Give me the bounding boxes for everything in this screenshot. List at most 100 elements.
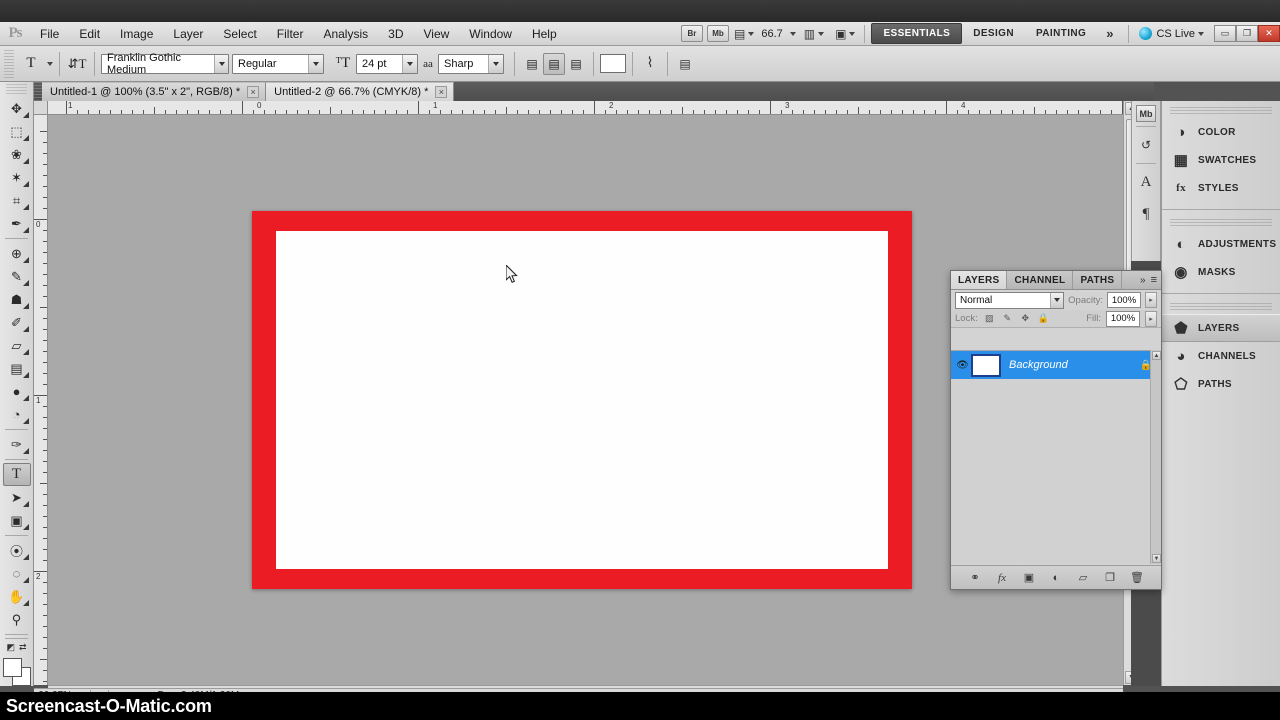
scroll-up-arrow-icon[interactable]: ▲ [1152,351,1161,360]
opacity-stepper[interactable]: ▸ [1145,292,1157,308]
menu-edit[interactable]: Edit [69,22,110,46]
document-red-border[interactable] [252,211,912,589]
menu-filter[interactable]: Filter [267,22,314,46]
layer-visibility-eye-icon[interactable]: 👁 [954,360,971,371]
menu-file[interactable]: File [30,22,69,46]
lasso-tool[interactable]: ❀ [3,143,31,166]
font-family-select[interactable]: Franklin Gothic Medium [101,54,229,74]
fill-input[interactable]: 100% [1106,311,1140,327]
options-bar-grip[interactable] [4,50,14,78]
restore-button[interactable]: ❐ [1236,25,1258,42]
new-group-icon[interactable]: ▱ [1075,570,1091,586]
align-left-button[interactable]: ▤ [521,53,543,75]
dock-item-paths[interactable]: ⬠PATHS [1162,370,1280,398]
font-size-select[interactable]: 24 pt [356,54,418,74]
lock-position-icon[interactable]: ✥ [1019,312,1032,325]
hand-tool[interactable]: ✋ [3,585,31,608]
text-color-swatch[interactable] [600,54,626,73]
new-layer-icon[interactable]: ❐ [1102,570,1118,586]
foreground-color-swatch[interactable] [3,658,22,677]
anti-alias-select[interactable]: Sharp [438,54,504,74]
menu-3d[interactable]: 3D [378,22,413,46]
horizontal-ruler[interactable]: 101234 [48,101,1123,115]
pen-tool[interactable]: ✑ [3,433,31,456]
tab-bar-grip[interactable] [34,82,42,101]
current-tool-icon[interactable]: T [18,52,44,76]
tab-layers[interactable]: LAYERS [951,271,1007,289]
foreground-background-color[interactable] [2,657,32,687]
fill-stepper[interactable]: ▸ [1145,311,1157,327]
dock-item-adjustments[interactable]: ◐ADJUSTMENTS [1162,230,1280,258]
close-icon[interactable]: × [435,86,447,98]
blur-tool[interactable]: ● [3,380,31,403]
dock-item-masks[interactable]: ◉MASKS [1162,258,1280,286]
tool-preset-chevron-down-icon[interactable] [47,62,53,66]
font-style-select[interactable]: Regular [232,54,324,74]
document-tab-untitled-1[interactable]: Untitled-1 @ 100% (3.5" x 2", RGB/8) * × [42,82,266,101]
workspace-tab-essentials[interactable]: ESSENTIALS [871,23,962,44]
workspace-tab-design[interactable]: DESIGN [962,24,1025,43]
menu-view[interactable]: View [413,22,459,46]
lock-image-pixels-icon[interactable]: ✎ [1001,312,1014,325]
menu-analysis[interactable]: Analysis [313,22,378,46]
layer-style-fx-icon[interactable]: fx [994,570,1010,586]
workspace-overflow-button[interactable]: » [1097,26,1122,41]
zoom-tool[interactable]: ⚲ [3,608,31,631]
workspace-tab-painting[interactable]: PAINTING [1025,24,1097,43]
lock-transparent-pixels-icon[interactable]: ▨ [983,312,996,325]
clone-stamp-tool[interactable]: ☗ [3,288,31,311]
dock-group-grip[interactable] [1170,219,1272,226]
character-panel-icon[interactable]: A [1132,168,1160,196]
toolbox-grip[interactable] [6,84,27,94]
close-button[interactable]: ✕ [1258,25,1280,42]
document-white-fill[interactable] [276,231,888,569]
history-icon[interactable]: ↺ [1132,131,1160,159]
spot-healing-brush-tool[interactable]: ⊕ [3,242,31,265]
dock-group-grip[interactable] [1170,107,1272,114]
eraser-tool[interactable]: ▱ [3,334,31,357]
dock-item-styles[interactable]: fxSTYLES [1162,174,1280,202]
3d-object-rotate-tool[interactable]: ⦿ [3,539,31,562]
path-selection-tool[interactable]: ➤ [3,486,31,509]
layer-row-background[interactable]: 👁 Background 🔒 [951,351,1161,379]
quick-selection-tool[interactable]: ✶ [3,166,31,189]
eyedropper-tool[interactable]: ✒ [3,212,31,235]
tab-channels[interactable]: CHANNEL [1007,271,1073,289]
zoom-chevron-down-icon[interactable] [790,32,796,36]
tab-paths[interactable]: PATHS [1073,271,1122,289]
new-fill-adjustment-layer-icon[interactable]: ◐ [1048,570,1064,586]
layer-thumbnail[interactable] [971,354,1001,377]
lock-all-icon[interactable]: 🔒 [1037,312,1050,325]
add-layer-mask-icon[interactable]: ▣ [1021,570,1037,586]
vertical-ruler[interactable]: 012 [34,115,48,685]
dock-item-layers[interactable]: ⬟LAYERS [1162,314,1280,342]
menu-help[interactable]: Help [522,22,567,46]
menu-layer[interactable]: Layer [163,22,213,46]
arrange-documents-button[interactable]: ▥ [804,27,824,41]
warp-text-button[interactable]: ⌇ [639,53,661,75]
align-right-button[interactable]: ▤ [565,53,587,75]
menu-image[interactable]: Image [110,22,163,46]
collapse-panel-icon[interactable]: » [1140,275,1146,286]
minimize-button[interactable]: ▭ [1214,25,1236,42]
rectangular-marquee-tool[interactable]: ⬚ [3,120,31,143]
view-extras-button[interactable]: ▤ [734,27,754,41]
align-center-button[interactable]: ▤ [543,53,565,75]
document-tab-untitled-2[interactable]: Untitled-2 @ 66.7% (CMYK/8) * × [266,82,454,101]
layer-list-scrollbar[interactable]: ▲ ▼ [1150,350,1161,564]
dock-item-channels[interactable]: ◕CHANNELS [1162,342,1280,370]
layer-name[interactable]: Background [1009,359,1068,371]
delete-layer-icon[interactable]: 🗑 [1129,570,1145,586]
horizontal-type-tool[interactable]: T [3,463,31,486]
ruler-corner[interactable] [34,101,48,115]
toggle-text-orientation-button[interactable]: ⇵T [66,53,88,75]
cs-live-button[interactable]: CS Live [1135,27,1208,40]
close-icon[interactable]: × [247,86,259,98]
menu-window[interactable]: Window [459,22,522,46]
rectangle-tool[interactable]: ▣ [3,509,31,532]
default-colors-icon[interactable]: ◩ [6,642,15,653]
paragraph-panel-icon[interactable]: ¶ [1132,200,1160,228]
brush-tool[interactable]: ✎ [3,265,31,288]
blend-mode-select[interactable]: Normal [955,292,1064,309]
opacity-input[interactable]: 100% [1107,292,1141,308]
